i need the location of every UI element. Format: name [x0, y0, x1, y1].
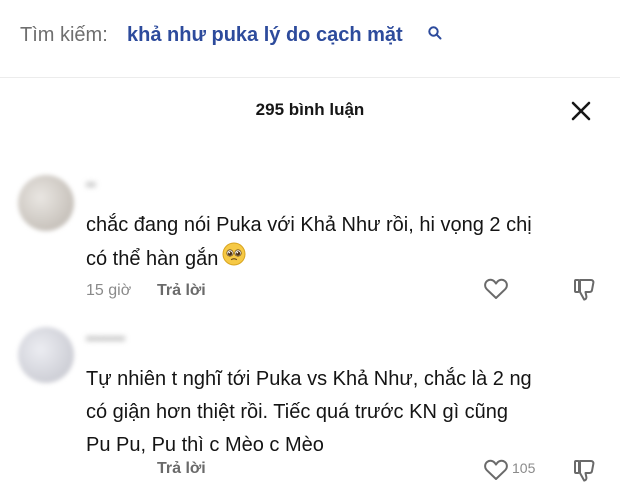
comment-text: Tự nhiên t nghĩ tới Puka vs Khả Như, chắ…: [86, 363, 606, 462]
comment-text: chắc đang nói Puka với Khả Như rồi, hi v…: [86, 209, 606, 277]
search-label: Tìm kiếm:: [20, 24, 108, 46]
username[interactable]: ••••••••: [86, 330, 125, 346]
dislike-icon[interactable]: [572, 458, 598, 489]
search-bar[interactable]: Tìm kiếm: khả như puka lý do cạch mặt: [0, 0, 620, 78]
comment-line: có giận hơn thiệt rồi. Tiếc quá trước KN…: [86, 401, 509, 423]
close-icon[interactable]: [568, 98, 594, 124]
heart-icon[interactable]: [483, 277, 509, 306]
comment-line: chắc đang nói Puka với Khả Như rồi, hi v…: [86, 214, 532, 236]
comment-line-with-emoji: có thể hàn gắn: [86, 242, 606, 277]
reply-button[interactable]: Trả lời: [157, 282, 206, 300]
comment-line: Tự nhiên t nghĩ tới Puka vs Khả Như, chắ…: [86, 368, 532, 390]
search-query[interactable]: khả như puka lý do cạch mặt: [127, 24, 403, 47]
username[interactable]: ••: [86, 176, 96, 192]
comments-count-title: 295 bình luận: [255, 100, 365, 119]
avatar[interactable]: [18, 327, 74, 383]
avatar[interactable]: [18, 175, 74, 231]
heart-icon[interactable]: [483, 458, 509, 487]
reply-button[interactable]: Trả lời: [157, 460, 206, 478]
dislike-icon[interactable]: [572, 277, 598, 308]
pleading-face-icon: [222, 242, 246, 277]
comment-time: 15 giờ: [86, 282, 132, 299]
like-count: 105: [512, 460, 536, 476]
comment-line: có thể hàn gắn: [86, 247, 219, 270]
comment-line: Pu Pu, Pu thì c Mèo c Mèo: [86, 434, 324, 456]
search-icon[interactable]: [428, 26, 442, 45]
